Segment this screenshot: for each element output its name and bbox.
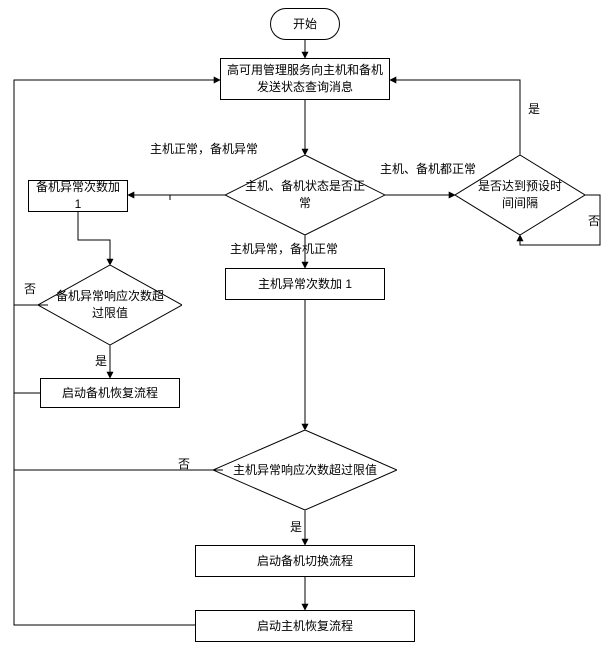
send-query-label: 高可用管理服务向主机和备机发送状态查询消息 bbox=[225, 62, 385, 96]
edge-label-primary-ok-backup-abn: 主机正常，备机异常 bbox=[150, 140, 258, 157]
backup-abn-inc-node: 备机异常次数加 1 bbox=[28, 180, 128, 212]
start-backup-switch-label: 启动备机切换流程 bbox=[257, 553, 353, 570]
edge-label-both-ok: 主机、备机都正常 bbox=[380, 160, 476, 177]
status-check-label: 主机、备机状态是否正常 bbox=[243, 178, 367, 212]
start-primary-recover-node: 启动主机恢复流程 bbox=[195, 610, 415, 642]
edge-label-interval-yes: 是 bbox=[528, 100, 540, 117]
primary-limit-label: 主机异常响应次数超过限值 bbox=[233, 462, 377, 479]
start-backup-recover-label: 启动备机恢复流程 bbox=[62, 385, 158, 402]
edge-label-backup-limit-no: 否 bbox=[24, 280, 36, 297]
start-primary-recover-label: 启动主机恢复流程 bbox=[257, 618, 353, 635]
backup-limit-node: 备机异常响应次数超过限值 bbox=[38, 265, 182, 345]
primary-abn-inc-node: 主机异常次数加 1 bbox=[225, 268, 385, 300]
backup-abn-inc-label: 备机异常次数加 1 bbox=[33, 179, 123, 213]
status-check-node: 主机、备机状态是否正常 bbox=[225, 155, 385, 235]
start-label: 开始 bbox=[293, 16, 317, 33]
edge-label-interval-no: 否 bbox=[588, 212, 600, 229]
edge-label-primary-abn-backup-ok: 主机异常，备机正常 bbox=[230, 240, 338, 257]
edge-label-backup-limit-yes: 是 bbox=[95, 352, 107, 369]
backup-limit-label: 备机异常响应次数超过限值 bbox=[56, 288, 164, 322]
send-query-node: 高可用管理服务向主机和备机发送状态查询消息 bbox=[220, 58, 390, 100]
start-backup-switch-node: 启动备机切换流程 bbox=[195, 545, 415, 577]
edge-label-primary-limit-yes: 是 bbox=[290, 518, 302, 535]
primary-abn-inc-label: 主机异常次数加 1 bbox=[258, 276, 352, 293]
start-node: 开始 bbox=[270, 8, 340, 40]
start-backup-recover-node: 启动备机恢复流程 bbox=[40, 378, 180, 408]
edge-label-primary-limit-no: 否 bbox=[178, 455, 190, 472]
interval-check-label: 是否达到预设时间间隔 bbox=[473, 178, 567, 212]
primary-limit-node: 主机异常响应次数超过限值 bbox=[213, 430, 397, 510]
